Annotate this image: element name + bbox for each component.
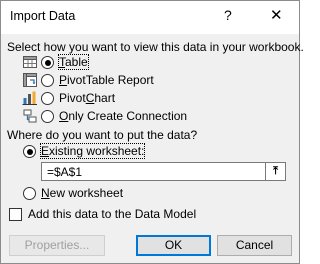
view-prompt: Select how you want to view this data in… xyxy=(7,40,304,54)
pivotchart-icon xyxy=(22,91,37,105)
pivottable-option-label[interactable]: PivotTable Report xyxy=(59,73,154,87)
cancel-button[interactable]: Cancel xyxy=(217,235,292,256)
location-prompt: Where do you want to put the data? xyxy=(7,128,198,142)
properties-button[interactable]: Properties... xyxy=(9,235,105,256)
title-bar: Import Data ? ✕ xyxy=(1,1,299,34)
data-model-label[interactable]: Add this data to the Data Model xyxy=(28,207,196,221)
dialog-title: Import Data xyxy=(10,9,76,23)
data-model-checkbox[interactable] xyxy=(9,208,22,221)
pivottable-radio[interactable] xyxy=(41,74,54,87)
collapse-arrow-icon: ⤒ xyxy=(273,165,278,177)
existing-worksheet-label[interactable]: Existing worksheet: xyxy=(39,143,146,159)
existing-worksheet-radio[interactable] xyxy=(23,145,36,158)
connection-radio[interactable] xyxy=(41,110,54,123)
table-option-label[interactable]: Table xyxy=(58,54,89,70)
ok-button[interactable]: OK xyxy=(136,235,211,256)
table-radio[interactable] xyxy=(41,56,54,69)
pivotchart-radio[interactable] xyxy=(41,92,54,105)
pivottable-icon xyxy=(23,73,37,87)
help-icon[interactable]: ? xyxy=(224,7,232,23)
import-data-dialog: Import Data ? ✕ Select how you want to v… xyxy=(0,0,304,264)
table-icon xyxy=(23,56,37,68)
connection-option-label[interactable]: Only Create Connection xyxy=(59,109,187,123)
close-icon[interactable]: ✕ xyxy=(270,6,283,24)
new-worksheet-radio[interactable] xyxy=(23,187,36,200)
collapse-dialog-button[interactable]: ⤒ xyxy=(265,162,286,181)
connection-icon xyxy=(23,109,37,123)
cell-reference-input[interactable]: =$A$1 xyxy=(41,162,266,181)
new-worksheet-label[interactable]: New worksheet xyxy=(41,186,123,200)
pivotchart-option-label[interactable]: PivotChart xyxy=(59,91,115,105)
